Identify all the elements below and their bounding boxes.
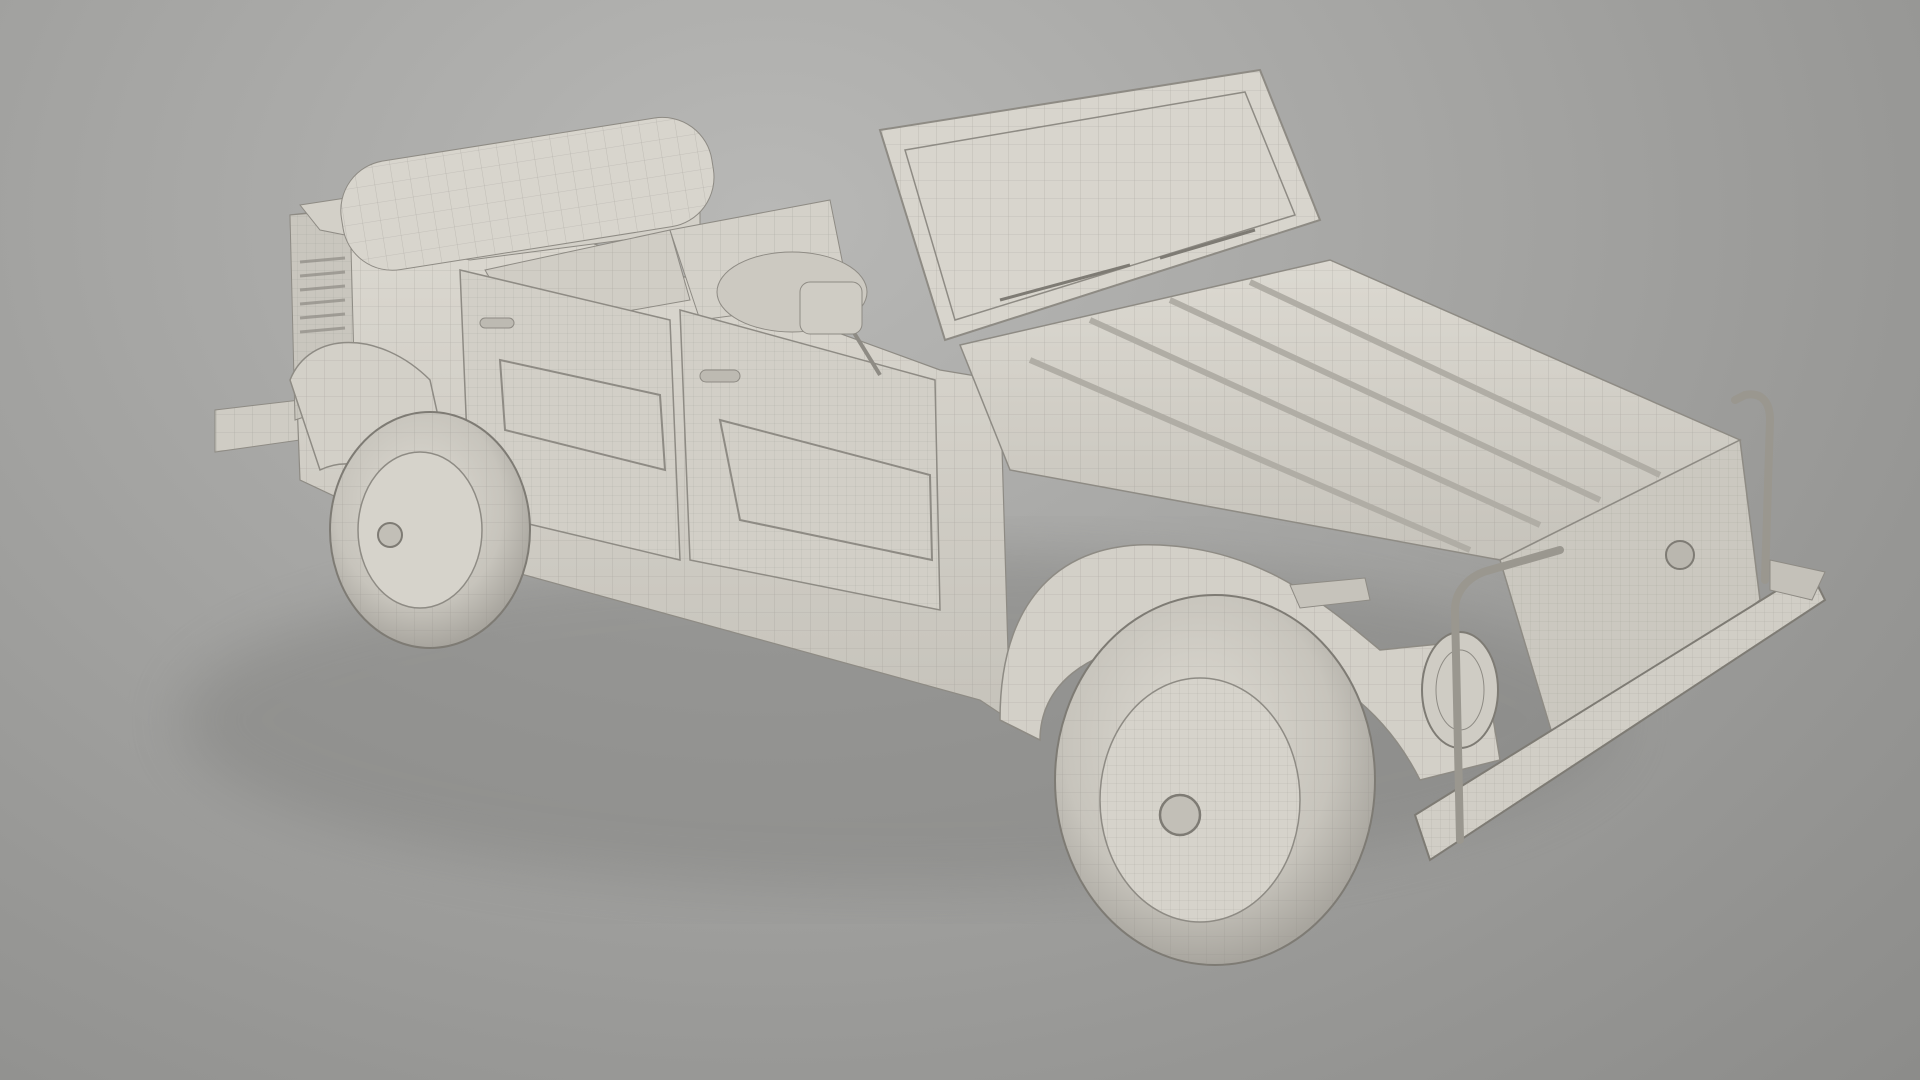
rear-hubcap-emblem xyxy=(377,522,403,548)
front-hubcap-emblem xyxy=(1158,793,1202,837)
front-vw-emblem xyxy=(1665,540,1695,570)
front-wheel xyxy=(1054,594,1376,966)
rear-wheel xyxy=(329,411,531,649)
render-viewport xyxy=(0,0,1920,1080)
vehicle-render xyxy=(180,68,1827,966)
rear-bumper xyxy=(214,399,301,453)
front-door xyxy=(679,309,941,611)
